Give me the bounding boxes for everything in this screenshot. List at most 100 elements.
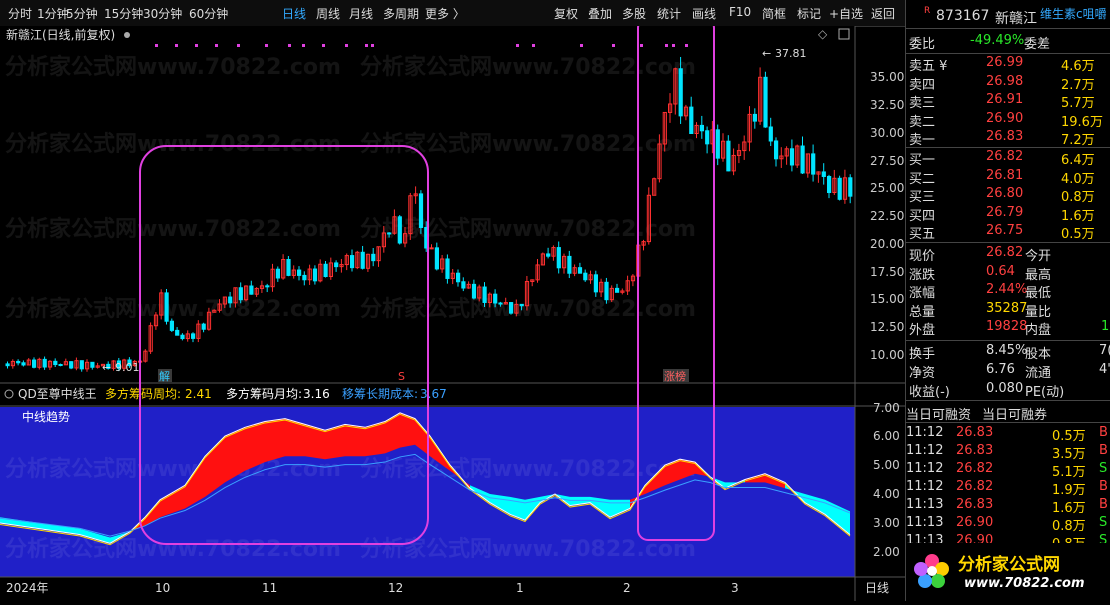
stat2-right-label: 股本 [1025, 347, 1052, 362]
bid-label: 买一 [909, 153, 936, 168]
candle-body [387, 232, 392, 235]
candle-body [519, 303, 524, 307]
signal-dot [237, 44, 240, 47]
bid-price: 26.81 [986, 167, 1024, 183]
period-tab-60min[interactable]: 60分钟 [189, 5, 228, 22]
stats-button[interactable]: 统计 [657, 5, 681, 22]
stat2-row[interactable]: 收益(-) 0.080 PE(动) [906, 381, 1110, 400]
watermark-text: 分析家公式网www.70822.com [360, 131, 696, 157]
bid-label: 买四 [909, 208, 936, 224]
candle-body [79, 360, 84, 370]
mark-button[interactable]: 标记 [797, 5, 821, 22]
bid-volume: 0.5万 [1061, 227, 1095, 242]
candle-body [228, 296, 233, 304]
bid-row[interactable]: 买五 26.75 0.5万 [906, 223, 1110, 242]
bid-row[interactable]: 买二 26.81 4.0万 [906, 167, 1110, 187]
candle-body [397, 216, 402, 244]
candle-body [577, 267, 583, 274]
marker-s: S [398, 370, 405, 383]
bid-row[interactable]: 买一 26.82 6.4万 [906, 149, 1110, 168]
fuquan-button[interactable]: 复权 [554, 5, 578, 22]
period-tab-multi[interactable]: 多周期 [383, 5, 419, 22]
tick-row[interactable]: 11:12 26.82 1.9万 B [906, 479, 1110, 498]
stat-row[interactable]: 现价 26.82 今开 [906, 245, 1110, 264]
y-tick-22.5: 22.50 [870, 209, 904, 223]
tick-time: 11:12 [906, 479, 944, 494]
ask-row[interactable]: 卖二 26.90 19.6万 [906, 111, 1110, 130]
tick-row[interactable]: 11:12 26.82 5.1万 S [906, 461, 1110, 480]
watermark-text: 分析家公式网www.70822.com [5, 536, 341, 562]
period-tab-15min[interactable]: 15分钟 [104, 5, 143, 22]
stat-row[interactable]: 总量 35287 量比 [906, 300, 1110, 320]
candle-body [265, 285, 270, 288]
period-tab-weekly[interactable]: 周线 [316, 5, 340, 22]
concept-tag[interactable]: 维生素c咀嚼 [1040, 5, 1107, 22]
ask-row[interactable]: 卖四 26.98 2.7万 [906, 74, 1110, 93]
draw-line-button[interactable]: 画线 [692, 5, 716, 22]
stat-row[interactable]: 外盘 19828 内盘 1 [906, 319, 1110, 338]
candle-body [169, 320, 175, 331]
watermark-text: 分析家公式网www.70822.com [5, 296, 341, 322]
stat-value: 35287 [986, 300, 1028, 316]
stat-row[interactable]: 涨跌 0.64 最高 [906, 264, 1110, 283]
stat-right-label: 量比 [1025, 304, 1052, 320]
ask-row[interactable]: 卖三 26.91 5.7万 [906, 92, 1110, 111]
simple-frame-button[interactable]: 简框 [762, 5, 786, 22]
period-tab-daily[interactable]: 日线 [282, 5, 306, 22]
stat-value: 2.44% [986, 282, 1028, 297]
chart-options-icon[interactable] [124, 32, 130, 38]
period-tab-more[interactable]: 更多 〉 [425, 5, 465, 22]
x-label-11: 11 [262, 581, 277, 595]
period-tab-30min[interactable]: 30分钟 [143, 5, 182, 22]
signal-dot [365, 44, 368, 47]
bid-row[interactable]: 买四 26.79 1.6万 [906, 205, 1110, 224]
y-tick-17.5: 17.50 [870, 265, 904, 279]
stat-label: 涨跌 [909, 267, 936, 283]
period-tab-5min[interactable]: 5分钟 [66, 5, 98, 22]
period-tab-fenshi[interactable]: 分时 [8, 5, 32, 22]
ask-row[interactable]: 卖五 ¥ 26.99 4.6万 [906, 55, 1110, 74]
webi-value: -49.49% [970, 33, 1025, 48]
tick-row[interactable]: 11:13 26.90 0.8万 S [906, 515, 1110, 534]
stat2-row[interactable]: 换手 8.45%股本 7( [906, 343, 1110, 362]
candle-body [615, 287, 620, 293]
period-tab-monthly[interactable]: 月线 [349, 5, 373, 22]
stat-row[interactable]: 涨幅 2.44% 最低 [906, 282, 1110, 301]
stat2-value: 8.45% [986, 343, 1028, 358]
tick-row[interactable]: 11:12 26.83 0.5万 B [906, 425, 1110, 444]
diamond-icon[interactable]: ◇ [818, 27, 828, 41]
ind-l1-label: 多方筹码周均: [105, 386, 181, 401]
f10-button[interactable]: F10 [729, 5, 751, 19]
kline-chart[interactable]: 分析家公式网www.70822.com 分析家公式网www.70822.com 分析… [0, 17, 905, 601]
tick-price: 26.90 [956, 515, 994, 530]
candle-body [323, 263, 328, 278]
stat2-row[interactable]: 净资 6.76 流通 4' [906, 362, 1110, 381]
tick-row[interactable]: 11:13 26.83 1.6万 B [906, 497, 1110, 516]
period-tab-1min[interactable]: 1分钟 [37, 5, 69, 22]
margin-lending-title: 当日可融券 [982, 408, 1048, 423]
indicator-options-icon[interactable] [4, 389, 14, 399]
bid-price: 26.82 [986, 149, 1024, 164]
add-watchlist-button[interactable]: +自选 [829, 5, 863, 22]
candle-body [471, 283, 477, 299]
indicator-red-band [245, 421, 265, 471]
candle-body [604, 281, 609, 301]
x-label-10: 10 [155, 581, 170, 595]
stat-right-label: 最低 [1025, 286, 1052, 301]
chart-area[interactable]: 分析家公式网www.70822.com 分析家公式网www.70822.com 分析… [0, 17, 905, 601]
stock-code: 873167 [936, 8, 990, 24]
tick-price: 26.82 [956, 461, 994, 476]
stat2-label: 收益(-) [909, 385, 950, 400]
ind-tick-6: 6.00 [873, 429, 900, 443]
high-price-value: 37.81 [775, 47, 807, 60]
tick-row[interactable]: 11:12 26.83 3.5万 B [906, 443, 1110, 462]
signal-dot [516, 44, 519, 47]
overlay-button[interactable]: 叠加 [588, 5, 612, 22]
bid-row[interactable]: 买三 26.80 0.8万 [906, 186, 1110, 205]
candle-body [800, 145, 805, 174]
back-button[interactable]: 返回 [871, 5, 895, 22]
ind-l2-value: 3.16 [303, 387, 330, 401]
candle-body [456, 272, 461, 283]
multi-stock-button[interactable]: 多股 [622, 5, 646, 22]
ask-row[interactable]: 卖一 26.83 7.2万 [906, 129, 1110, 148]
